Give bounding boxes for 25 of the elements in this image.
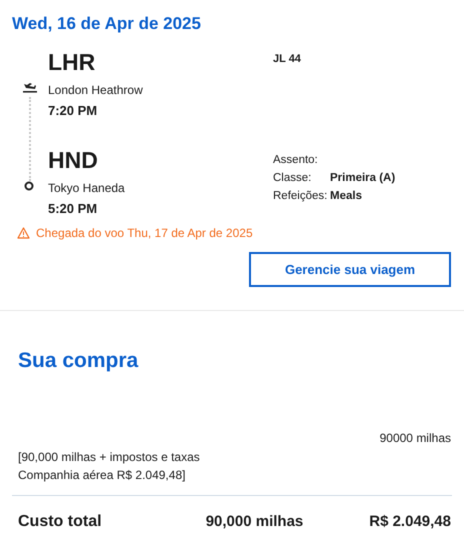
- plane-icon: [23, 81, 37, 93]
- circle-icon: [24, 181, 34, 191]
- airport-name: London Heathrow: [48, 82, 144, 98]
- price-breakdown: [90,000 milhas + impostos e taxas: [18, 449, 201, 466]
- flight-number: JL 44: [273, 52, 302, 66]
- price-breakdown: Companhia aérea R$ 2.049,48]: [18, 467, 186, 484]
- manage-trip-button[interactable]: Gerencie sua viagem: [249, 252, 451, 287]
- airport-code: HND: [48, 146, 99, 174]
- arrival-warning: Chegada do voo Thu, 17 de Apr de 2025: [36, 225, 253, 242]
- miles-amount: 90000 milhas: [380, 430, 451, 446]
- detail-value: Primeira (A): [330, 171, 396, 186]
- flight-date: Wed, 16 de Apr de 2025: [12, 13, 202, 35]
- total-price: R$ 2.049,48: [368, 512, 451, 532]
- total-label: Custo total: [18, 512, 103, 532]
- airport-name: Tokyo Haneda: [48, 180, 126, 196]
- warning-icon: [17, 227, 30, 239]
- time: 5:20 PM: [48, 200, 98, 218]
- section-title: Sua compra: [17, 348, 140, 374]
- time: 7:20 PM: [48, 102, 98, 120]
- detail-label: Classe:: [273, 171, 312, 186]
- total-miles: 90,000 milhas: [206, 512, 304, 532]
- detail-label: Refeições:: [273, 189, 328, 204]
- detail-value: Meals: [330, 189, 362, 204]
- detail-label: Assento:: [273, 153, 319, 168]
- airport-code: LHR: [48, 48, 96, 76]
